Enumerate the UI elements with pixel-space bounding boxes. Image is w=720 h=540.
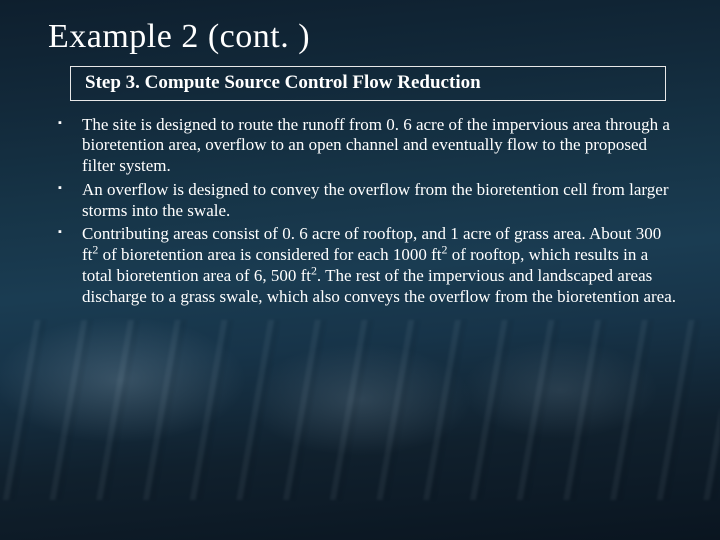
bullet-text: The site is designed to route the runoff…	[82, 115, 670, 175]
slide: Example 2 (cont. ) Step 3. Compute Sourc…	[0, 0, 720, 540]
slide-title: Example 2 (cont. )	[48, 18, 686, 56]
bullet-list: The site is designed to route the runoff…	[50, 115, 678, 308]
bullet-text: An overflow is designed to convey the ov…	[82, 180, 668, 220]
list-item: An overflow is designed to convey the ov…	[50, 180, 678, 221]
list-item: The site is designed to route the runoff…	[50, 115, 678, 177]
bullet-text: Contributing areas consist of 0. 6 acre …	[82, 224, 676, 305]
background-texture	[0, 320, 720, 500]
slide-content: Example 2 (cont. ) Step 3. Compute Sourc…	[0, 0, 720, 307]
step-heading-text: Step 3. Compute Source Control Flow Redu…	[85, 72, 481, 93]
list-item: Contributing areas consist of 0. 6 acre …	[50, 224, 678, 307]
step-heading-box: Step 3. Compute Source Control Flow Redu…	[70, 66, 666, 101]
